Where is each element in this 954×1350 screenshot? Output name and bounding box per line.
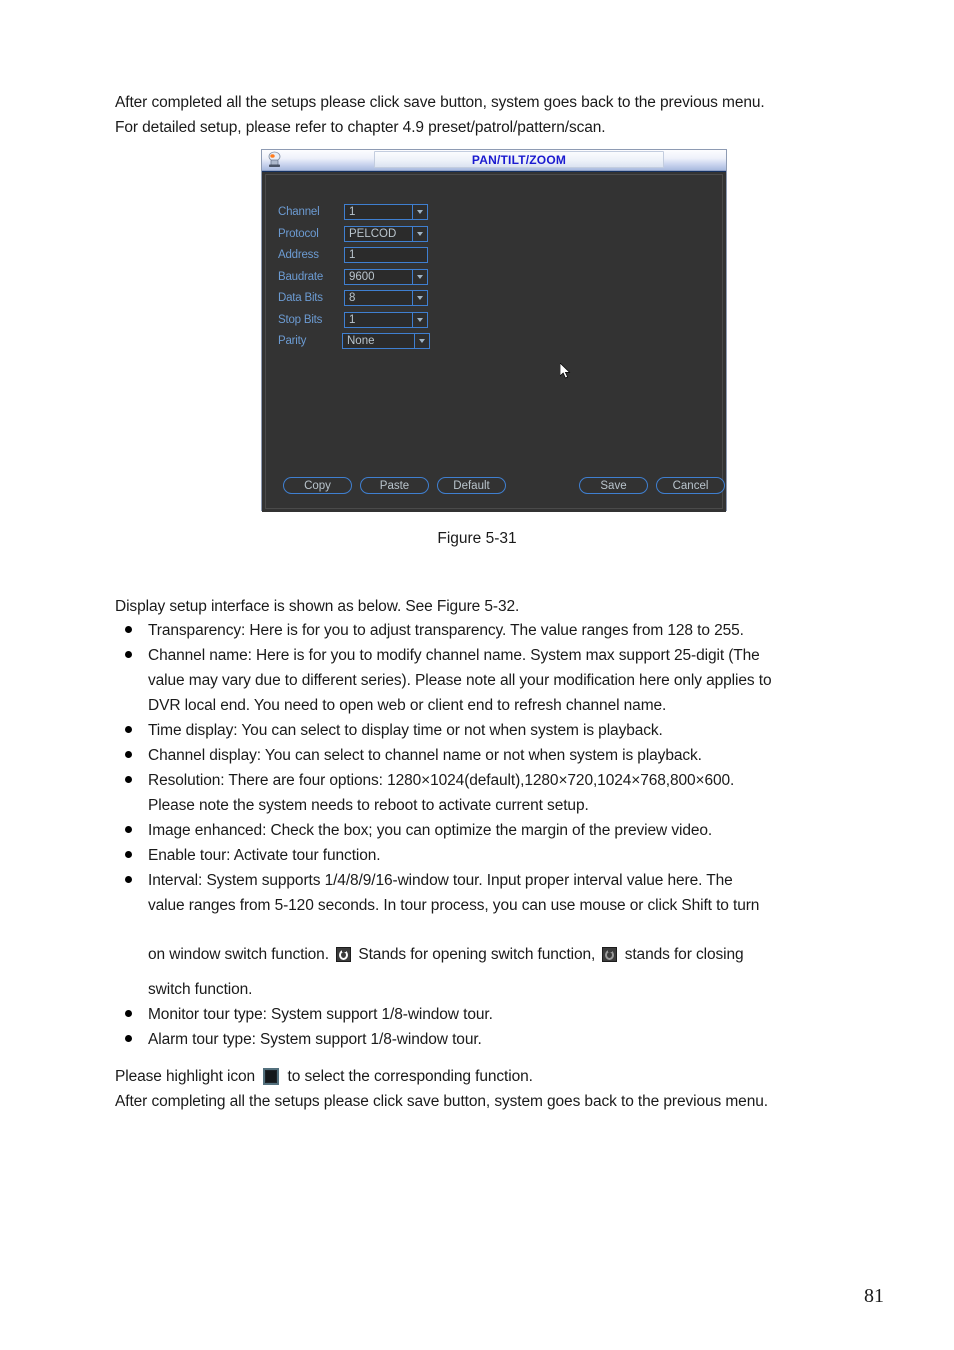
list-item-line: Image enhanced: Check the box; you can o… <box>148 822 713 839</box>
select-stop-bits[interactable]: 1 <box>344 311 428 328</box>
switch-close-icon <box>602 947 618 962</box>
list-item: Enable tour: Activate tour function. <box>123 843 883 868</box>
list-item-line: value ranges from 5-120 seconds. In tour… <box>148 897 760 914</box>
list-item-line: Enable tour: Activate tour function. <box>148 847 381 864</box>
cancel-button[interactable]: Cancel <box>656 477 725 494</box>
switch-open-icon <box>336 947 352 962</box>
paste-button[interactable]: Paste <box>360 477 429 494</box>
dialog-titlebar: PAN/TILT/ZOOM <box>262 150 726 171</box>
value-address: 1 <box>349 249 356 261</box>
select-channel[interactable]: 1 <box>344 204 428 220</box>
select-protocol[interactable]: PELCOD <box>344 225 428 242</box>
bullet-dot-icon <box>125 1035 132 1042</box>
list-item-line: Channel display: You can select to chann… <box>148 747 702 764</box>
closing-text-after: to select the corresponding function. <box>287 1068 533 1085</box>
list-item: Resolution: There are four options: 1280… <box>123 768 883 818</box>
intro-line-1: After completed all the setups please cl… <box>115 94 765 111</box>
bullet-dot-icon <box>125 851 132 858</box>
bullet-list: Transparency: Here is for you to adjust … <box>123 618 883 1052</box>
list-item-line: Please note the system needs to reboot t… <box>148 797 589 814</box>
list-item-line: Interval: System supports 1/4/8/9/16-win… <box>148 872 733 889</box>
save-button[interactable]: Save <box>579 477 648 494</box>
list-item: Interval: System supports 1/4/8/9/16-win… <box>123 868 883 1002</box>
label-address: Address <box>278 249 319 261</box>
icon-line-middle: Stands for opening switch function, <box>358 946 596 963</box>
list-item: Image enhanced: Check the box; you can o… <box>123 818 883 843</box>
value-parity: None <box>347 335 375 347</box>
select-parity[interactable]: None <box>342 333 430 349</box>
lead-paragraph: Display setup interface is shown as belo… <box>115 598 520 615</box>
list-item: Time display: You can select to display … <box>123 718 883 743</box>
bullet-dot-icon <box>125 776 132 783</box>
chevron-down-icon[interactable] <box>412 269 427 284</box>
dialog-inner-panel: Channel 1 Protocol PELCOD Address 1 Baud… <box>265 174 725 509</box>
document-page: After completed all the setups please cl… <box>0 0 954 1350</box>
bullet-dot-icon <box>125 651 132 658</box>
dialog-button-bar: Copy Paste Default Save Cancel <box>266 477 725 495</box>
list-item-line: Channel name: Here is for you to modify … <box>148 647 760 664</box>
label-channel: Channel <box>278 206 320 218</box>
list-item-icon-line: on window switch function. Stands for op… <box>148 942 883 967</box>
default-button[interactable]: Default <box>437 477 506 494</box>
list-item-line: Resolution: There are four options: 1280… <box>148 772 735 789</box>
mouse-cursor <box>559 362 572 381</box>
copy-button[interactable]: Copy <box>283 477 352 494</box>
highlight-checkbox-icon <box>263 1068 280 1085</box>
list-item-line: DVR local end. You need to open web or c… <box>148 697 667 714</box>
select-data-bits[interactable]: 8 <box>344 290 428 306</box>
value-protocol: PELCOD <box>349 227 397 240</box>
closing-text-before: Please highlight icon <box>115 1068 256 1085</box>
bullet-dot-icon <box>125 626 132 633</box>
label-data-bits: Data Bits <box>278 292 323 304</box>
closing-paragraph: Please highlight icon to select the corr… <box>115 1064 895 1114</box>
label-protocol: Protocol <box>278 227 319 240</box>
intro-paragraph: After completed all the setups please cl… <box>115 90 875 140</box>
list-item-line: Alarm tour type: System support 1/8-wind… <box>148 1031 482 1048</box>
dialog-title: PAN/TILT/ZOOM <box>471 152 567 167</box>
intro-line-2: For detailed setup, please refer to chap… <box>115 119 606 136</box>
dialog-title-plate: PAN/TILT/ZOOM <box>374 151 664 168</box>
value-stop-bits: 1 <box>349 313 356 326</box>
bullet-dot-icon <box>125 876 132 883</box>
list-item: Alarm tour type: System support 1/8-wind… <box>123 1027 883 1052</box>
list-item-line: Transparency: Here is for you to adjust … <box>148 622 744 639</box>
icon-line-after: stands for closing <box>624 946 744 963</box>
closing-line-2: After completing all the setups please c… <box>115 1093 768 1110</box>
closing-line-1: Please highlight icon to select the corr… <box>115 1064 895 1089</box>
input-address[interactable]: 1 <box>344 247 428 263</box>
figure-caption: Figure 5-31 <box>437 530 517 547</box>
chevron-down-icon[interactable] <box>414 334 429 348</box>
list-item: Monitor tour type: System support 1/8-wi… <box>123 1002 883 1027</box>
select-baudrate[interactable]: 9600 <box>344 268 428 285</box>
list-item-tail: switch function. <box>148 981 253 998</box>
label-stop-bits: Stop Bits <box>278 313 323 326</box>
icon-line-before: on window switch function. <box>148 946 329 963</box>
list-item-line: value may vary due to different series).… <box>148 672 772 689</box>
chevron-down-icon[interactable] <box>412 205 427 219</box>
chevron-down-icon[interactable] <box>412 226 427 241</box>
value-baudrate: 9600 <box>349 270 375 283</box>
list-item-line: Monitor tour type: System support 1/8-wi… <box>148 1006 493 1023</box>
page-number: 81 <box>864 1285 884 1307</box>
bullet-dot-icon <box>125 726 132 733</box>
ptz-camera-icon <box>266 151 284 168</box>
list-item: Transparency: Here is for you to adjust … <box>123 618 883 643</box>
label-baudrate: Baudrate <box>278 270 324 283</box>
ptz-dialog: PAN/TILT/ZOOM Channel 1 Protocol PELCOD … <box>261 149 727 512</box>
bullet-dot-icon <box>125 1010 132 1017</box>
label-parity: Parity <box>278 335 307 347</box>
bullet-dot-icon <box>125 826 132 833</box>
list-item-line: Time display: You can select to display … <box>148 722 663 739</box>
list-item: Channel display: You can select to chann… <box>123 743 883 768</box>
list-item: Channel name: Here is for you to modify … <box>123 643 883 718</box>
value-data-bits: 8 <box>349 292 356 304</box>
dialog-body: Channel 1 Protocol PELCOD Address 1 Baud… <box>262 171 726 512</box>
bullet-dot-icon <box>125 751 132 758</box>
chevron-down-icon[interactable] <box>412 291 427 305</box>
value-channel: 1 <box>349 206 356 218</box>
chevron-down-icon[interactable] <box>412 312 427 327</box>
